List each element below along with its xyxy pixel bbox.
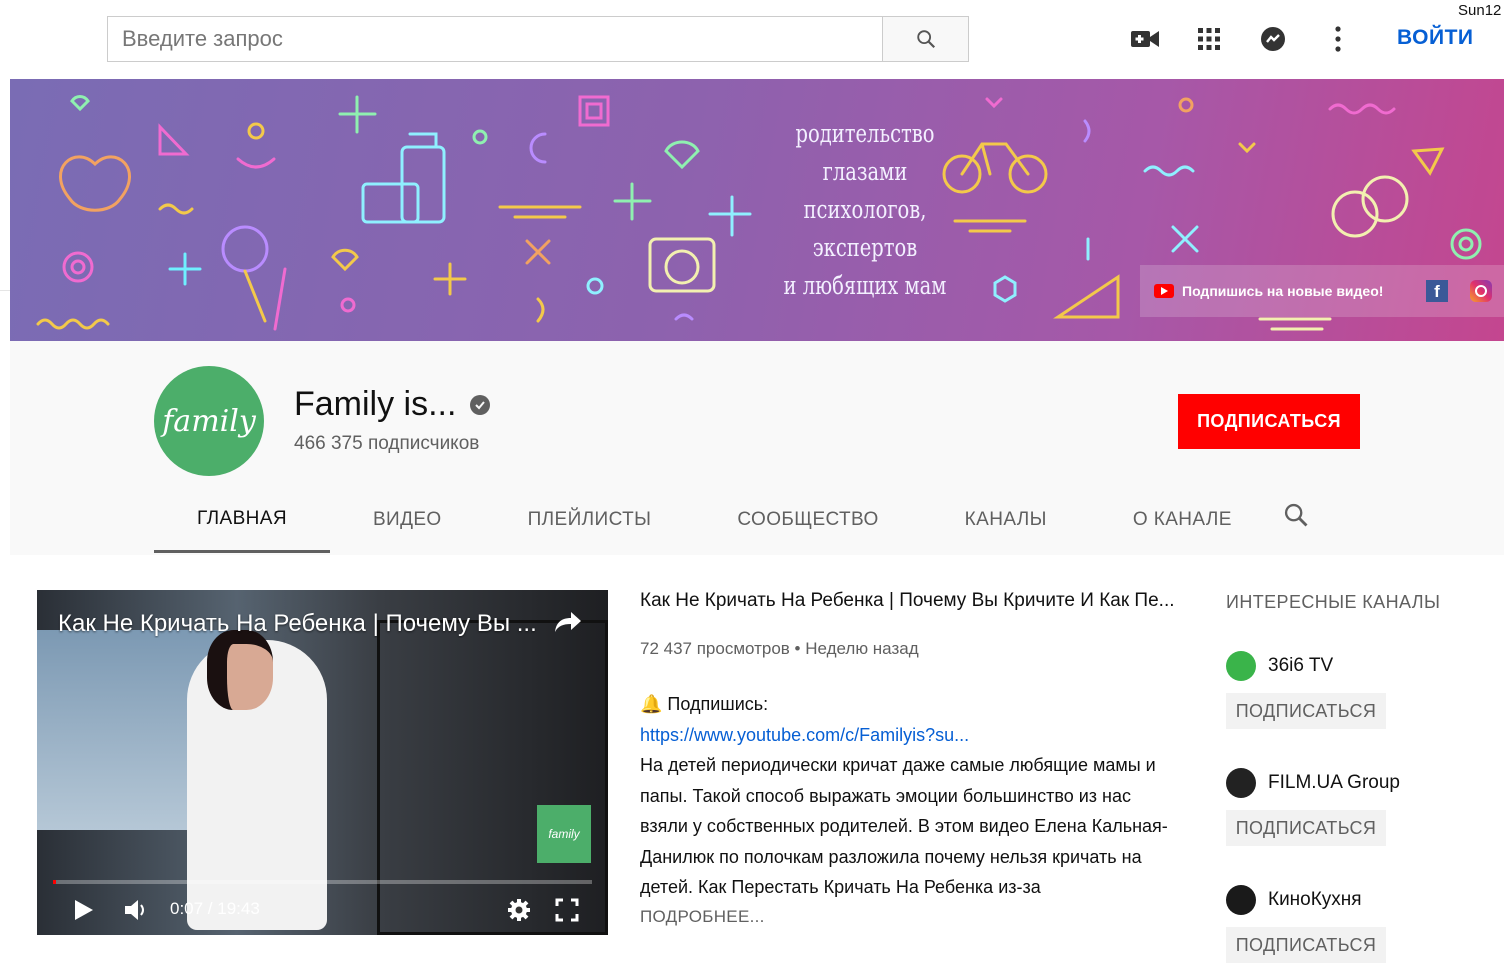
- featured-channel: КиноКухня ПОДПИСАТЬСЯ: [1226, 885, 1386, 963]
- search-button[interactable]: [882, 17, 968, 61]
- featured-channel-subscribe-button[interactable]: ПОДПИСАТЬСЯ: [1226, 810, 1386, 846]
- subscribe-link[interactable]: https://www.youtube.com/c/Familyis?su...: [640, 720, 1180, 751]
- channel-title: Family is...: [294, 385, 491, 424]
- player-title[interactable]: Как Не Кричать На Ребенка | Почему Вы ..…: [58, 610, 548, 638]
- tab-playlists[interactable]: ПЛЕЙЛИСТЫ: [485, 487, 695, 553]
- subscribe-line: 🔔 Подпишись:: [640, 694, 769, 714]
- more-vert-icon: [1335, 26, 1341, 52]
- search-box: [107, 16, 969, 62]
- tab-channels[interactable]: КАНАЛЫ: [922, 487, 1090, 553]
- channel-header: family Family is... 466 375 подписчиков …: [10, 341, 1504, 555]
- featured-channel-name[interactable]: КиноКухня: [1268, 889, 1362, 911]
- watermark-text: family: [548, 827, 580, 841]
- channel-avatar[interactable]: [1226, 768, 1256, 798]
- create-video-button[interactable]: [1125, 22, 1165, 56]
- share-icon: [555, 612, 581, 632]
- divider: [0, 290, 10, 291]
- tagline-line: экспертов: [812, 233, 918, 262]
- featured-description: 🔔 Подпишись: https://www.youtube.com/c/F…: [640, 689, 1180, 903]
- banner-tagline: родительство глазами психологов, эксперт…: [775, 115, 954, 305]
- fullscreen-icon: [555, 898, 579, 922]
- gear-icon: [508, 899, 530, 921]
- tagline-line: родительство: [795, 119, 935, 148]
- channel-avatar[interactable]: family: [154, 366, 264, 476]
- search-input[interactable]: [108, 17, 882, 61]
- youtube-icon[interactable]: [1154, 284, 1174, 298]
- volume-button[interactable]: [123, 898, 149, 927]
- featured-channels-heading: ИНТЕРЕСНЫЕ КАНАЛЫ: [1226, 592, 1441, 612]
- channel-tabs: ГЛАВНАЯ ВИДЕО ПЛЕЙЛИСТЫ СООБЩЕСТВО КАНАЛ…: [154, 487, 1275, 553]
- featured-video-meta: 72 437 просмотров • Неделю назад: [640, 639, 919, 658]
- play-icon: [75, 900, 93, 920]
- tagline-line: психологов,: [803, 195, 927, 224]
- progress-bar[interactable]: [53, 880, 592, 884]
- channel-name: Family is...: [294, 385, 457, 423]
- featured-channel-name[interactable]: 36i6 TV: [1268, 655, 1333, 677]
- top-bar: ВОЙТИ Sun12: [0, 0, 1504, 78]
- channel-avatar[interactable]: [1226, 651, 1256, 681]
- apps-button[interactable]: [1189, 22, 1229, 56]
- show-more-button[interactable]: ПОДРОБНЕЕ...: [640, 907, 765, 927]
- share-button[interactable]: [553, 610, 583, 639]
- messages-button[interactable]: [1253, 22, 1293, 56]
- channel-search-button[interactable]: [1282, 501, 1310, 534]
- featured-channel-subscribe-button[interactable]: ПОДПИСАТЬСЯ: [1226, 693, 1386, 729]
- subscribe-button[interactable]: ПОДПИСАТЬСЯ: [1178, 394, 1360, 449]
- apps-grid-icon: [1198, 28, 1220, 50]
- banner-subscribe-prompt[interactable]: Подпишись на новые видео!: [1182, 283, 1392, 299]
- channel-banner: родительство глазами психологов, эксперт…: [10, 79, 1504, 341]
- messages-icon: [1261, 27, 1285, 51]
- tab-community[interactable]: СООБЩЕСТВО: [694, 487, 921, 553]
- more-button[interactable]: [1318, 22, 1358, 56]
- progress-fill: [53, 880, 57, 884]
- time-display: 0:07 / 19:43: [170, 899, 260, 918]
- banner-links: Подпишись на новые видео! f: [1140, 265, 1504, 317]
- tab-home[interactable]: ГЛАВНАЯ: [154, 487, 330, 553]
- search-icon: [1284, 503, 1308, 527]
- fullscreen-button[interactable]: [555, 898, 579, 927]
- player-controls: 0:07 / 19:43: [37, 890, 608, 930]
- login-button[interactable]: ВОЙТИ: [1397, 26, 1474, 50]
- username-label: Sun12: [1458, 2, 1502, 19]
- featured-channel: 36i6 TV ПОДПИСАТЬСЯ: [1226, 651, 1386, 729]
- video-camera-icon: [1131, 31, 1159, 47]
- featured-channel: FILM.UA Group ПОДПИСАТЬСЯ: [1226, 768, 1400, 846]
- channel-watermark[interactable]: family: [537, 805, 591, 863]
- channel-avatar[interactable]: [1226, 885, 1256, 915]
- volume-icon: [125, 900, 144, 920]
- featured-channel-name[interactable]: FILM.UA Group: [1268, 772, 1400, 794]
- description-text: На детей периодически кричат даже самые …: [640, 755, 1168, 897]
- tagline-line: и любящих мам: [783, 271, 947, 300]
- subscriber-count: 466 375 подписчиков: [294, 433, 480, 454]
- featured-channel-subscribe-button[interactable]: ПОДПИСАТЬСЯ: [1226, 927, 1386, 963]
- video-scene: [377, 620, 608, 935]
- featured-video-title[interactable]: Как Не Кричать На Ребенка | Почему Вы Кр…: [640, 590, 1180, 612]
- tagline-line: глазами: [822, 157, 908, 186]
- settings-button[interactable]: [507, 898, 531, 927]
- avatar-text: family: [162, 403, 256, 439]
- search-icon: [916, 30, 935, 49]
- video-scene: [207, 630, 273, 710]
- verified-icon: [470, 394, 491, 415]
- facebook-icon[interactable]: f: [1426, 280, 1448, 302]
- play-button[interactable]: [73, 898, 95, 927]
- instagram-icon[interactable]: [1470, 280, 1492, 302]
- video-player[interactable]: Как Не Кричать На Ребенка | Почему Вы ..…: [37, 590, 608, 935]
- tab-about[interactable]: О КАНАЛЕ: [1090, 487, 1275, 553]
- tab-videos[interactable]: ВИДЕО: [330, 487, 485, 553]
